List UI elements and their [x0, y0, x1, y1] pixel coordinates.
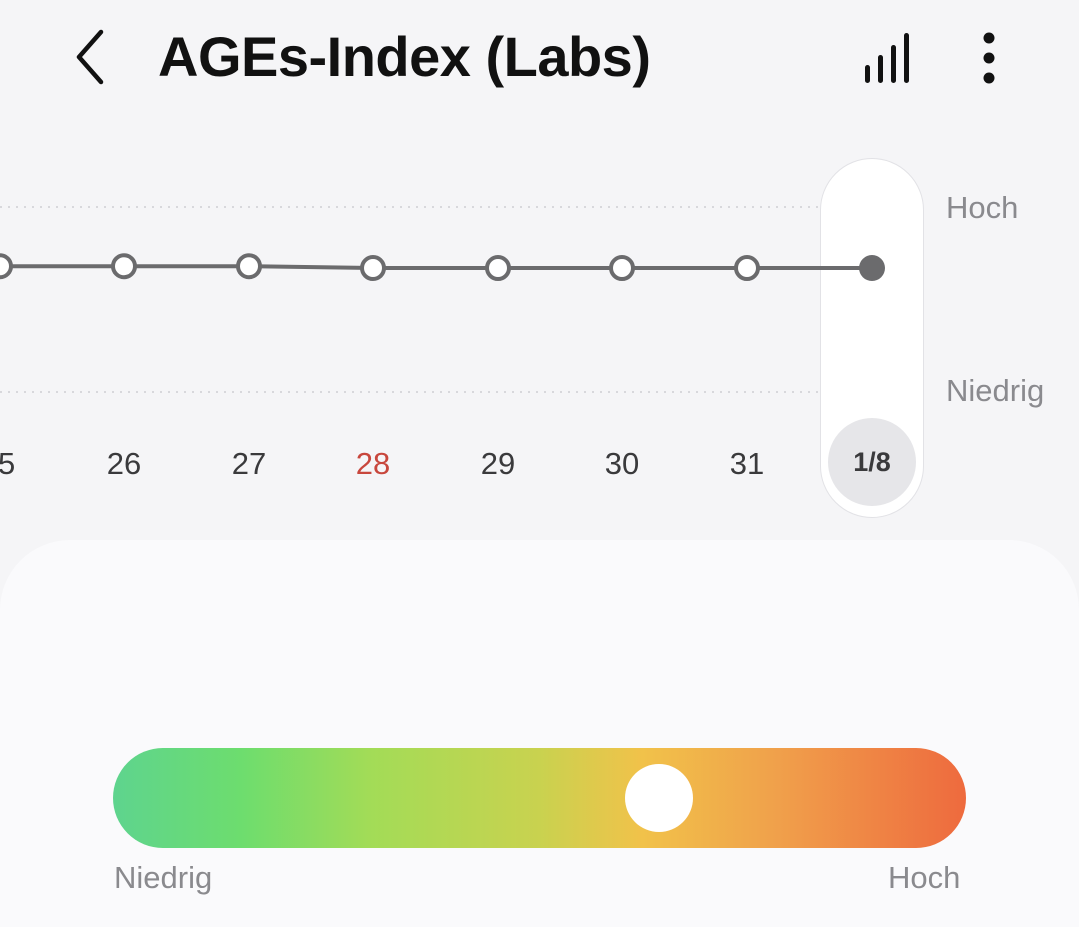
data-point-1-8[interactable]	[859, 255, 885, 282]
more-options-button[interactable]	[962, 26, 1016, 90]
statistics-button[interactable]	[856, 28, 920, 88]
ages-trend-chart: Hoch Niedrig 5 26 27 28 29 30 31	[0, 150, 1079, 530]
date-label-28[interactable]: 28	[333, 446, 413, 482]
gauge-high-label: Hoch	[888, 860, 961, 895]
y-axis-high-label: Hoch	[946, 190, 1019, 225]
data-point-27[interactable]	[236, 253, 262, 280]
ages-level-gauge	[113, 748, 966, 848]
data-point-26[interactable]	[111, 253, 137, 280]
date-label-5[interactable]: 5	[0, 446, 28, 482]
back-button[interactable]	[60, 22, 120, 92]
date-label-30[interactable]: 30	[582, 446, 662, 482]
gauge-low-label: Niedrig	[114, 860, 213, 895]
selected-date-badge[interactable]: 1/8	[828, 418, 916, 506]
app-header: AGEs-Index (Labs)	[0, 0, 1079, 120]
gauge-indicator	[624, 764, 693, 832]
ages-index-screen: AGEs-Index (Labs) Hoch Niedrig 5 26 27 28 29…	[0, 0, 1079, 927]
y-axis-low-label: Niedrig	[946, 373, 1045, 408]
data-point-30[interactable]	[609, 255, 635, 282]
more-vertical-icon	[983, 32, 995, 84]
data-point-31[interactable]	[734, 255, 760, 282]
data-point-28[interactable]	[360, 255, 386, 282]
data-point-29[interactable]	[485, 255, 511, 282]
data-point-5[interactable]	[0, 253, 13, 280]
chevron-left-icon	[76, 29, 104, 85]
bar-chart-icon	[865, 33, 909, 83]
date-label-29[interactable]: 29	[458, 446, 538, 482]
date-label-26[interactable]: 26	[84, 446, 164, 482]
page-title: AGEs-Index (Labs)	[158, 25, 651, 88]
date-label-31[interactable]: 31	[707, 446, 787, 482]
date-label-27[interactable]: 27	[209, 446, 289, 482]
